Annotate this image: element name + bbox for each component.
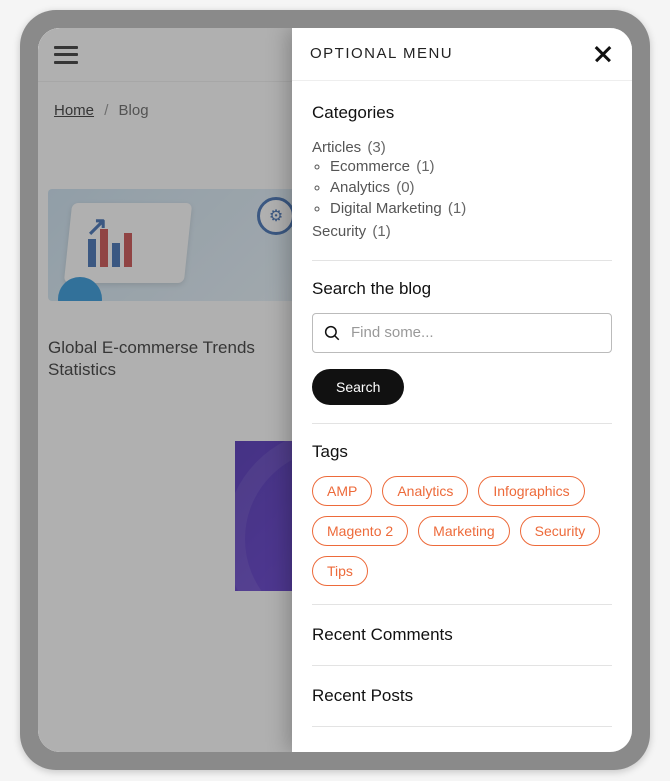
tablet-frame: Home / Blog ↗ ⚙ (20, 10, 650, 770)
side-drawer: OPTIONAL MENU Categories Articles (3) Ec… (292, 28, 632, 752)
divider (312, 665, 612, 666)
category-count: (1) (372, 223, 390, 240)
tag-item[interactable]: Infographics (478, 476, 584, 506)
category-item[interactable]: Analytics (0) (330, 177, 612, 198)
divider (312, 604, 612, 605)
category-count: (3) (367, 139, 385, 156)
category-count: (0) (396, 179, 414, 196)
drawer-title: OPTIONAL MENU (310, 45, 453, 62)
divider (312, 260, 612, 261)
screen: Home / Blog ↗ ⚙ (38, 28, 632, 752)
search-box[interactable] (312, 313, 612, 353)
category-label: Security (312, 223, 366, 240)
category-label: Analytics (330, 179, 390, 196)
category-item[interactable]: Ecommerce (1) (330, 156, 612, 177)
category-item[interactable]: Security (1) (312, 221, 612, 242)
recent-comments-heading[interactable]: Recent Comments (312, 623, 612, 647)
tag-item[interactable]: Analytics (382, 476, 468, 506)
tag-item[interactable]: Security (520, 516, 601, 546)
search-icon (323, 324, 341, 342)
tag-item[interactable]: Magento 2 (312, 516, 408, 546)
drawer-body: Categories Articles (3) Ecommerce (1) An… (292, 81, 632, 752)
tag-item[interactable]: AMP (312, 476, 372, 506)
category-label: Articles (312, 139, 361, 156)
category-item[interactable]: Digital Marketing (1) (330, 198, 612, 219)
tag-item[interactable]: Marketing (418, 516, 509, 546)
search-input[interactable] (351, 324, 601, 341)
category-label: Ecommerce (330, 158, 410, 175)
search-button[interactable]: Search (312, 369, 404, 405)
category-label: Digital Marketing (330, 200, 442, 217)
divider (312, 423, 612, 424)
drawer-header: OPTIONAL MENU (292, 28, 632, 81)
search-heading: Search the blog (312, 279, 612, 299)
tags-heading: Tags (312, 442, 612, 462)
recent-posts-heading[interactable]: Recent Posts (312, 684, 612, 708)
categories-heading: Categories (312, 103, 612, 123)
category-count: (1) (448, 200, 466, 217)
tag-item[interactable]: Tips (312, 556, 368, 586)
close-icon[interactable] (592, 43, 614, 65)
divider (312, 726, 612, 727)
tags-list: AMP Analytics Infographics Magento 2 Mar… (312, 476, 612, 586)
category-item[interactable]: Articles (3) Ecommerce (1) Analytics (0) (312, 137, 612, 221)
category-count: (1) (416, 158, 434, 175)
categories-list: Articles (3) Ecommerce (1) Analytics (0) (312, 137, 612, 242)
